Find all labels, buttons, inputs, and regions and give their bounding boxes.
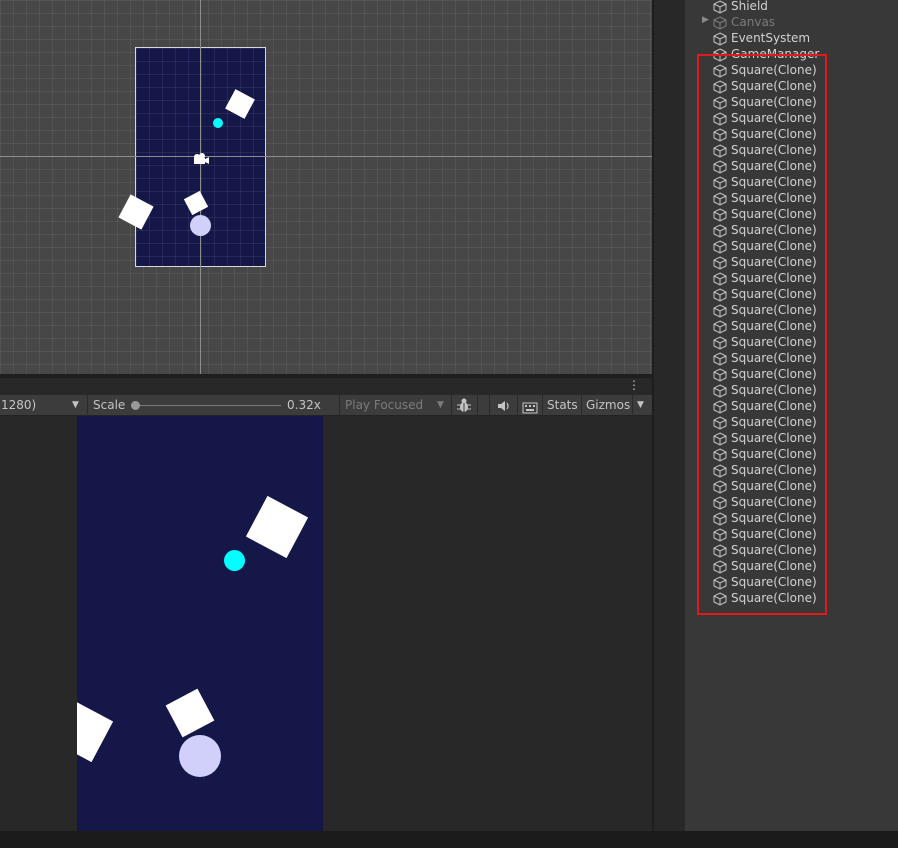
toolbar-separator bbox=[517, 395, 518, 416]
hierarchy-item[interactable]: ▶ Canvas bbox=[685, 14, 898, 30]
game-tab-header: ⋮ bbox=[0, 378, 652, 395]
audio-speaker-icon[interactable] bbox=[496, 398, 512, 412]
more-options-icon[interactable]: ⋮ bbox=[628, 378, 640, 392]
hierarchy-item-label: Canvas bbox=[731, 15, 776, 29]
play-mode-dropdown-arrow-icon[interactable]: ▼ bbox=[437, 400, 444, 410]
play-mode-dropdown[interactable]: Play Focused bbox=[345, 398, 423, 412]
scene-view[interactable] bbox=[0, 0, 652, 374]
toolbar-separator bbox=[451, 395, 452, 416]
scale-label: Scale bbox=[93, 398, 126, 412]
scene-pickup-circle[interactable] bbox=[213, 118, 223, 128]
expand-arrow-icon[interactable]: ▶ bbox=[702, 15, 709, 25]
scale-value: 0.32x bbox=[287, 398, 321, 412]
panel-gutter bbox=[654, 0, 685, 831]
gizmos-dropdown-arrow-icon[interactable]: ▼ bbox=[637, 400, 644, 410]
keyboard-icon[interactable] bbox=[522, 399, 538, 414]
toolbar-separator bbox=[87, 395, 88, 416]
camera-gizmo-icon bbox=[192, 150, 210, 164]
scene-axis-horizontal bbox=[0, 156, 652, 157]
gameobject-cube-icon bbox=[713, 15, 727, 30]
hierarchy-item-label: Shield bbox=[731, 0, 768, 13]
game-square bbox=[77, 699, 114, 763]
gizmos-button[interactable]: Gizmos bbox=[586, 398, 630, 412]
game-pickup-circle bbox=[224, 550, 245, 571]
gameobject-cube-icon bbox=[713, 31, 727, 46]
game-player-circle bbox=[179, 735, 221, 777]
resolution-dropdown-arrow-icon[interactable]: ▼ bbox=[72, 400, 79, 410]
scale-slider-handle[interactable] bbox=[131, 401, 140, 410]
toolbar-separator bbox=[581, 395, 582, 416]
game-toolbar: 1280) ▼ Scale 0.32x Play Focused ▼ Stats… bbox=[0, 395, 652, 416]
toolbar-separator bbox=[632, 395, 633, 416]
toolbar-separator bbox=[477, 395, 478, 416]
game-square bbox=[245, 495, 309, 559]
toolbar-separator bbox=[339, 395, 340, 416]
scene-player-circle[interactable] bbox=[190, 215, 211, 236]
hierarchy-item-label: EventSystem bbox=[731, 31, 811, 45]
scale-slider-track[interactable] bbox=[134, 405, 281, 406]
game-view[interactable] bbox=[0, 416, 652, 831]
stats-button[interactable]: Stats bbox=[547, 398, 578, 412]
hierarchy-item[interactable]: EventSystem bbox=[685, 30, 898, 46]
toolbar-separator bbox=[542, 395, 543, 416]
toolbar-separator bbox=[489, 395, 490, 416]
highlight-box bbox=[697, 54, 827, 615]
status-bar bbox=[0, 831, 898, 848]
resolution-dropdown[interactable]: 1280) bbox=[1, 398, 36, 412]
bug-icon[interactable] bbox=[455, 397, 473, 414]
game-square bbox=[165, 688, 215, 738]
gameobject-cube-icon bbox=[713, 0, 727, 14]
game-canvas bbox=[77, 416, 323, 831]
hierarchy-item[interactable]: Shield bbox=[685, 0, 898, 14]
